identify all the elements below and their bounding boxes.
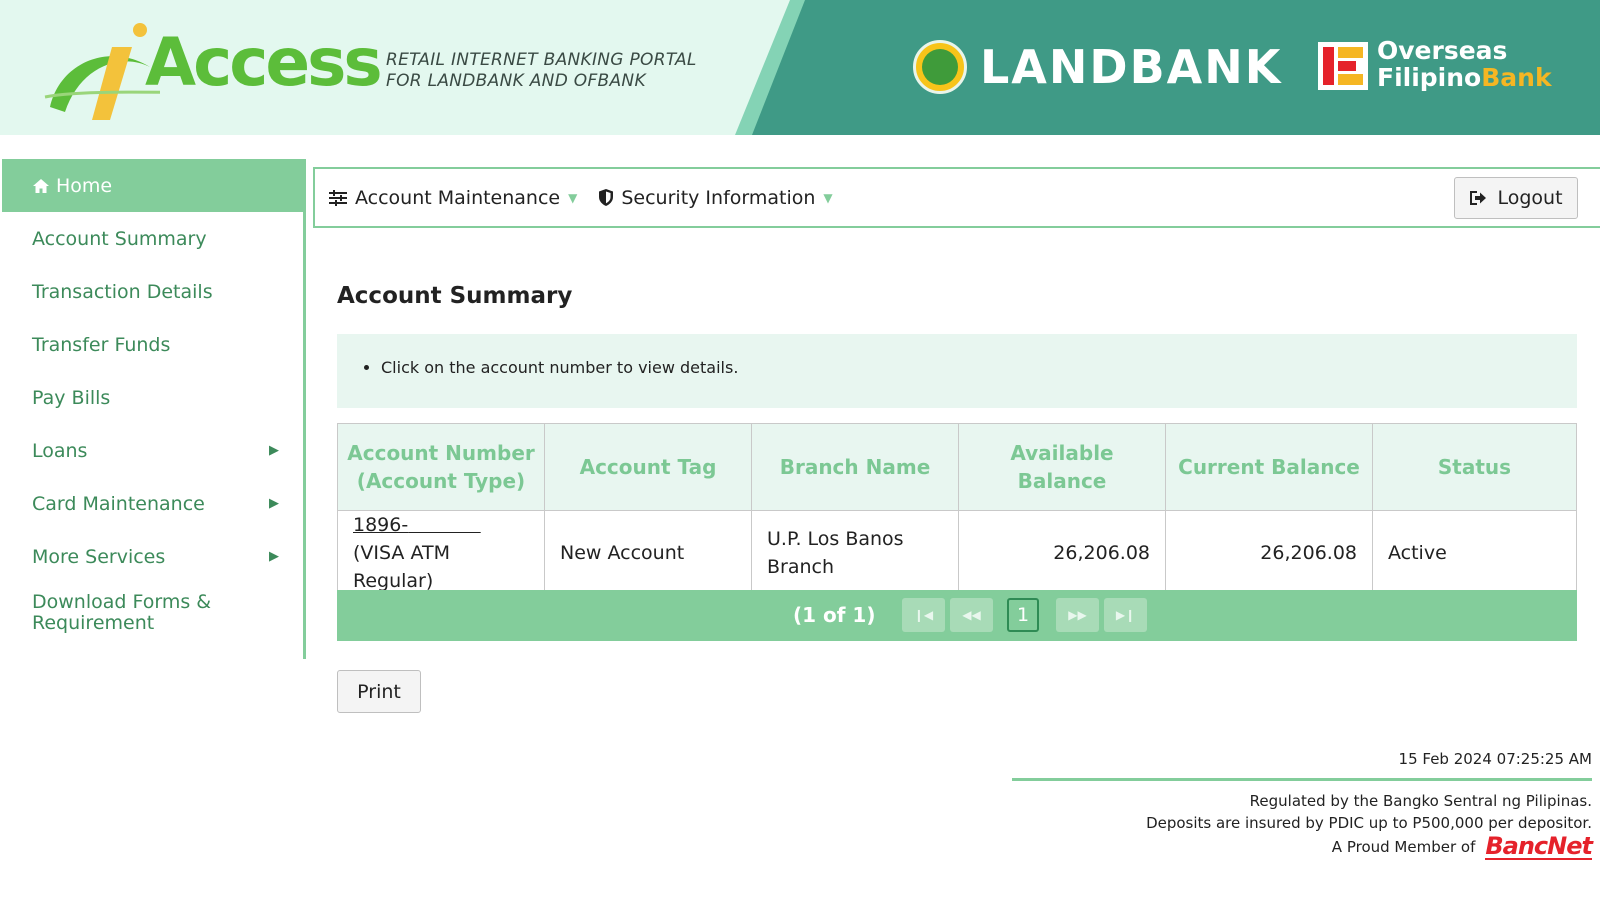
member-text: A Proud Member of [1331,838,1476,856]
info-text: Click on the account number to view deta… [381,358,1577,377]
column-header-account-tag: Account Tag [544,423,752,511]
next-page-icon: ▶▶ [1068,608,1087,622]
iaccess-logo[interactable]: Access [40,12,383,127]
column-header-account-number: Account Number (Account Type) [337,423,545,511]
bancnet-membership: A Proud Member of BancNet [1331,832,1593,860]
cell-available-balance: 26,206.08 [958,510,1166,596]
header-text: (Account Type) [356,469,526,493]
sliders-icon [329,189,347,206]
previous-page-icon: ◀◀ [962,608,981,622]
last-page-button[interactable]: ▶❙ [1104,598,1147,632]
sidebar-item-home[interactable]: Home [2,159,303,212]
sidebar-item-transfer-funds[interactable]: Transfer Funds [2,318,303,371]
ofb-line2-a: Filipino [1377,63,1482,92]
landbank-seal-icon [913,40,967,94]
account-maintenance-menu[interactable]: Account Maintenance ▼ [329,187,577,209]
security-information-menu[interactable]: Security Information ▼ [599,186,833,209]
column-header-branch-name: Branch Name [751,423,959,511]
footer-divider [1012,778,1592,781]
next-page-button[interactable]: ▶▶ [1056,598,1099,632]
cell-status: Active [1372,510,1577,596]
timestamp: 15 Feb 2024 07:25:25 AM [1398,750,1592,768]
home-icon [33,178,49,193]
table-pager: (1 of 1) ❙◀ ◀◀ 1 ▶▶ ▶❙ [337,590,1577,641]
insured-text: Deposits are insured by PDIC up to P500,… [1146,814,1592,832]
top-navigation: Account Maintenance ▼ Security Informati… [313,167,1600,228]
ofb-line2-b: Bank [1481,63,1552,92]
cell-account-number: 1896- (VISA ATM Regular) [337,510,545,596]
bancnet-logo: BancNet [1485,832,1593,860]
sidebar-item-download-forms[interactable]: Download Forms & Requirement [2,583,242,643]
sidebar-item-transaction-details[interactable]: Transaction Details [2,265,303,318]
header-text: Balance [1017,469,1107,493]
column-header-current-balance: Current Balance [1165,423,1373,511]
iaccess-swoosh-icon [44,23,160,120]
sidebar-item-label: Home [56,174,113,197]
page-title: Account Summary [337,283,573,309]
shield-icon [599,189,614,206]
logout-icon [1470,191,1487,205]
page-1-button[interactable]: 1 [1007,598,1039,632]
branch-text: U.P. Los Banos [767,528,904,550]
sidebar-item-pay-bills[interactable]: Pay Bills [2,371,303,424]
pager-count: (1 of 1) [793,603,876,627]
sidebar-item-card-maintenance[interactable]: Card Maintenance ▶ [2,477,303,530]
regulated-text: Regulated by the Bangko Sentral ng Pilip… [1249,792,1592,810]
column-header-available-balance: Available Balance [958,423,1166,511]
sidebar-item-label: Transaction Details [32,280,213,303]
logout-label: Logout [1497,187,1563,209]
first-page-icon: ❙◀ [913,608,934,622]
account-number-text: 1896- [353,514,409,536]
header-text: Available [1010,441,1114,465]
sidebar-item-account-summary[interactable]: Account Summary [2,212,303,265]
site-header: Access RETAIL INTERNET BANKING PORTAL FO… [0,0,1600,135]
sidebar-item-more-services[interactable]: More Services ▶ [2,530,303,583]
iaccess-logo-text: Access [145,24,383,101]
account-maintenance-label: Account Maintenance [355,186,561,209]
account-summary-table: Account Number (Account Type) Account Tag… [337,423,1577,596]
tagline-line2: FOR LANDBANK AND OFBANK [386,71,646,91]
ofb-line1: Overseas [1377,36,1508,65]
logout-button[interactable]: Logout [1454,177,1578,219]
last-page-icon: ▶❙ [1115,608,1136,622]
column-header-status: Status [1372,423,1577,511]
branch-text: Branch [767,556,835,578]
caret-right-icon: ▶ [269,549,279,564]
sidebar-item-label: Download Forms & Requirement [32,591,212,634]
cell-branch-name: U.P. Los Banos Branch [751,510,959,596]
sidebar-item-loans[interactable]: Loans ▶ [2,424,303,477]
sidebar-item-label: Card Maintenance [32,492,205,515]
sidebar-item-label: Account Summary [32,227,207,250]
cell-current-balance: 26,206.08 [1165,510,1373,596]
info-box: Click on the account number to view deta… [337,334,1577,408]
header-text: Account Number [347,441,535,465]
ofbank-logo-text: Overseas FilipinoBank [1377,37,1552,91]
portal-tagline: RETAIL INTERNET BANKING PORTAL FOR LANDB… [386,50,697,92]
sidebar-item-label: Pay Bills [32,386,111,409]
previous-page-button[interactable]: ◀◀ [950,598,993,632]
tagline-line1: RETAIL INTERNET BANKING PORTAL [386,50,697,70]
caret-right-icon: ▶ [269,496,279,511]
table-row: 1896- (VISA ATM Regular) New Account U.P… [337,510,1577,596]
table-header-row: Account Number (Account Type) Account Tag… [337,423,1577,511]
sidebar-item-label: More Services [32,545,166,568]
sidebar-item-label: Transfer Funds [32,333,171,356]
ofbank-logo-icon [1318,42,1368,90]
cell-account-tag: New Account [544,510,752,596]
landbank-logo-text: LANDBANK [980,40,1283,94]
account-type-text: (VISA ATM Regular) [353,542,450,592]
print-button[interactable]: Print [337,670,421,713]
caret-right-icon: ▶ [269,443,279,458]
security-information-label: Security Information [621,186,816,209]
sidebar: Home Account Summary Transaction Details… [2,159,306,659]
first-page-button[interactable]: ❙◀ [902,598,945,632]
footer-text: Regulated by the Bangko Sentral ng Pilip… [1146,790,1592,834]
sidebar-item-label: Loans [32,439,88,462]
chevron-down-icon: ▼ [568,190,578,205]
account-number-link[interactable]: 1896- [353,514,481,536]
chevron-down-icon: ▼ [823,190,833,205]
